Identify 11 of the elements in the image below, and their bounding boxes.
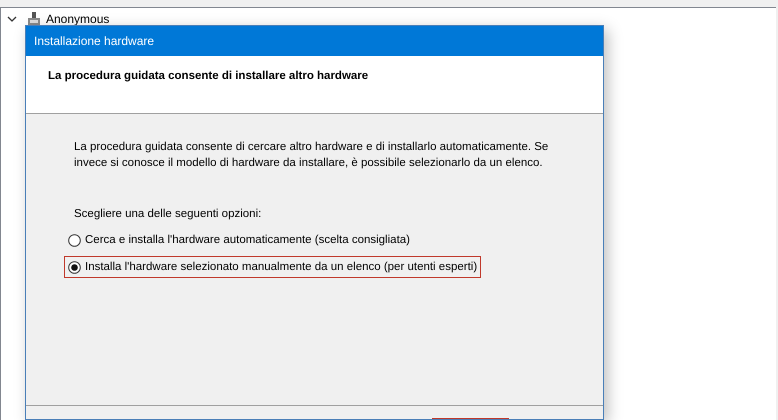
description-text: La procedura guidata consente di cercare altro hardware e di installarlo automaticamente. Se invece si conosce il modello di hardware da installare, è possibile selezionarlo da un elenco. (74, 140, 550, 171)
option-label[interactable]: Installa l'hardware selezionato manualmente da un elenco (per utenti esperti) (85, 258, 478, 276)
computer-icon (27, 12, 41, 26)
option-label[interactable]: Cerca e installa l'hardware automaticamente (scelta consigliata) (85, 232, 410, 249)
chevron-down-icon[interactable] (7, 14, 17, 24)
tree-item-label[interactable]: Anonymous (46, 10, 110, 28)
radio-button[interactable] (68, 234, 81, 247)
wizard-heading: La procedura guidata consente di installare altro hardware (48, 69, 370, 84)
options-prompt: Scegliere una delle seguenti opzioni: (74, 207, 262, 222)
dialog-title-bar: Installazione hardware (26, 26, 603, 56)
radio-button[interactable] (68, 260, 81, 274)
